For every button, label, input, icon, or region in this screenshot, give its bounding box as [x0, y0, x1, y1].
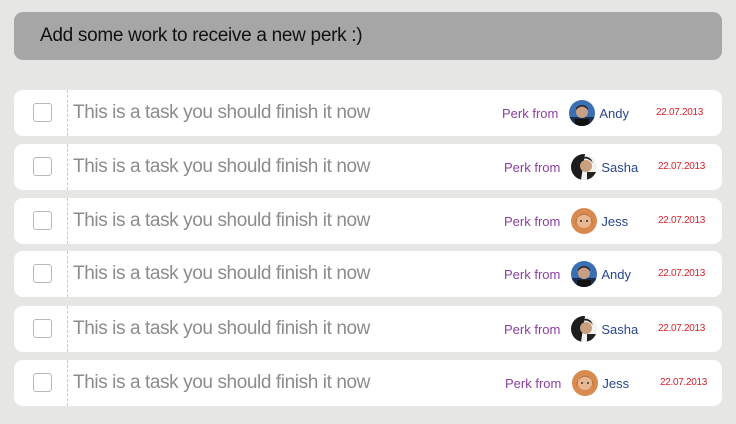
- perk-label: Perk from: [504, 159, 561, 175]
- task-text: This is a task you should finish it now: [73, 156, 370, 177]
- perk-info: Perk from Jess: [505, 360, 629, 406]
- task-row[interactable]: This is a task you should finish it now …: [14, 198, 722, 244]
- perk-label: Perk from: [504, 213, 561, 229]
- sasha-avatar-icon[interactable]: [571, 316, 598, 342]
- task-date: 22.07.2013: [658, 215, 706, 226]
- person-name[interactable]: Sasha: [601, 160, 638, 175]
- task-text: This is a task you should finish it now: [73, 102, 370, 123]
- perk-info: Perk from Sasha: [504, 144, 638, 190]
- task-date: 22.07.2013: [658, 161, 706, 172]
- task-row[interactable]: This is a task you should finish it now …: [14, 360, 722, 406]
- sasha-avatar-icon[interactable]: [571, 154, 598, 180]
- task-row[interactable]: This is a task you should finish it now …: [14, 144, 722, 190]
- task-checkbox[interactable]: [33, 373, 52, 392]
- row-divider: [67, 198, 68, 244]
- header-bar: Add some work to receive a new perk :): [14, 12, 722, 60]
- row-divider: [67, 251, 68, 297]
- perk-info: Perk from Sasha: [504, 306, 638, 352]
- andy-avatar-icon[interactable]: [571, 261, 598, 287]
- person-name[interactable]: Sasha: [601, 322, 638, 337]
- task-checkbox[interactable]: [33, 103, 52, 122]
- perk-info: Perk from Andy: [504, 251, 631, 297]
- row-divider: [67, 90, 68, 136]
- task-date: 22.07.2013: [656, 107, 704, 118]
- task-date: 22.07.2013: [660, 377, 708, 388]
- perk-label: Perk from: [505, 375, 562, 391]
- row-divider: [67, 144, 68, 190]
- row-divider: [67, 360, 68, 406]
- row-divider: [67, 306, 68, 352]
- header-title: Add some work to receive a new perk :): [40, 25, 363, 46]
- task-checkbox[interactable]: [33, 319, 52, 338]
- person-name[interactable]: Jess: [602, 376, 629, 391]
- jess-avatar-icon[interactable]: [571, 208, 598, 234]
- andy-avatar-icon[interactable]: [569, 100, 596, 126]
- task-text: This is a task you should finish it now: [73, 210, 370, 231]
- jess-avatar-icon[interactable]: [572, 370, 599, 396]
- task-text: This is a task you should finish it now: [73, 372, 370, 393]
- task-checkbox[interactable]: [33, 211, 52, 230]
- task-date: 22.07.2013: [658, 323, 706, 334]
- perk-label: Perk from: [502, 105, 559, 121]
- task-text: This is a task you should finish it now: [73, 318, 370, 339]
- perk-info: Perk from Andy: [502, 90, 629, 136]
- task-checkbox[interactable]: [33, 157, 52, 176]
- perk-label: Perk from: [504, 321, 561, 337]
- perk-info: Perk from Jess: [504, 198, 628, 244]
- task-date: 22.07.2013: [658, 268, 706, 279]
- perk-label: Perk from: [504, 266, 561, 282]
- task-row[interactable]: This is a task you should finish it now …: [14, 306, 722, 352]
- person-name[interactable]: Andy: [601, 267, 631, 282]
- task-row[interactable]: This is a task you should finish it now …: [14, 251, 722, 297]
- person-name[interactable]: Jess: [601, 214, 628, 229]
- task-text: This is a task you should finish it now: [73, 263, 370, 284]
- task-row[interactable]: This is a task you should finish it now …: [14, 90, 722, 136]
- task-checkbox[interactable]: [33, 264, 52, 283]
- person-name[interactable]: Andy: [599, 106, 629, 121]
